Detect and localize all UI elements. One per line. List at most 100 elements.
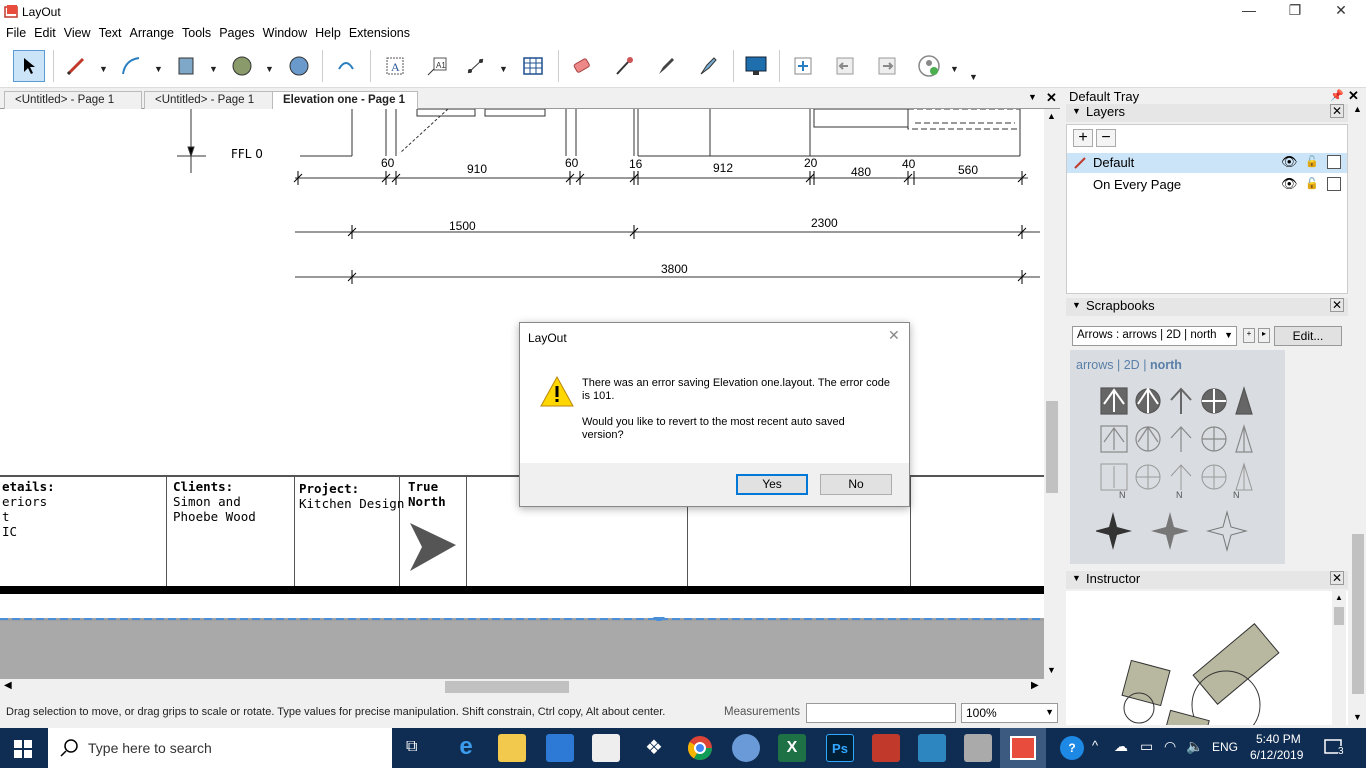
chrome-icon[interactable] — [686, 734, 714, 762]
instructor-scrollbar[interactable]: ▲ — [1332, 591, 1346, 725]
table-tool-icon[interactable] — [517, 50, 549, 82]
scroll-down-icon[interactable]: ▼ — [1047, 665, 1056, 675]
label-tool-icon[interactable]: A1 — [421, 50, 453, 82]
breadcrumb-arrows[interactable]: arrows — [1076, 358, 1114, 372]
tab-elevation-one[interactable]: Elevation one - Page 1 — [272, 91, 418, 109]
help-icon[interactable]: ? — [1060, 736, 1084, 760]
dialog-close-icon[interactable]: ✕ — [888, 327, 900, 344]
pencil-tool-icon[interactable] — [60, 50, 92, 82]
previous-page-icon[interactable] — [829, 50, 861, 82]
eye-icon[interactable]: 👁 — [1281, 176, 1298, 192]
tray-scrollbar[interactable]: ▲ ▼ — [1350, 104, 1366, 726]
scrapbooks-panel-header[interactable]: ▼ Scrapbooks ✕ — [1066, 298, 1348, 316]
close-tab-icon[interactable]: ✕ — [1046, 90, 1057, 106]
menu-extensions[interactable]: Extensions — [345, 24, 414, 42]
vertical-scroll-thumb[interactable] — [1046, 401, 1058, 493]
chevron-down-icon[interactable]: ▼ — [265, 64, 274, 74]
scrapbook-options-icon[interactable]: ▸ — [1258, 328, 1270, 343]
zoom-select[interactable]: 100% ▼ — [961, 703, 1058, 723]
horizontal-scroll-thumb[interactable] — [445, 681, 569, 693]
menu-arrange[interactable]: Arrange — [126, 24, 178, 42]
add-scrapbook-icon[interactable]: + — [1243, 328, 1255, 343]
menu-edit[interactable]: Edit — [30, 24, 60, 42]
style-sampler-icon[interactable] — [608, 50, 640, 82]
shared-layer-icon[interactable] — [1327, 155, 1341, 169]
scroll-down-icon[interactable]: ▼ — [1353, 712, 1362, 722]
next-page-icon[interactable] — [871, 50, 903, 82]
excel-icon[interactable]: X — [778, 734, 806, 762]
scroll-up-icon[interactable]: ▲ — [1353, 104, 1362, 114]
menu-tools[interactable]: Tools — [178, 24, 215, 42]
chevron-down-icon[interactable]: ▼ — [209, 64, 218, 74]
split-tool-icon[interactable] — [692, 50, 724, 82]
remove-layer-button[interactable]: − — [1096, 129, 1116, 147]
instructor-panel-header[interactable]: ▼ Instructor ✕ — [1066, 571, 1348, 589]
close-button[interactable]: ✕ — [1318, 2, 1364, 22]
layout-taskbar-button[interactable] — [1000, 728, 1046, 768]
sketchup-icon[interactable] — [872, 734, 900, 762]
edge-icon[interactable]: e — [452, 734, 480, 762]
onedrive-icon[interactable]: ☁ — [1114, 738, 1128, 755]
vertical-scrollbar[interactable]: ▲ ▼ — [1044, 109, 1060, 679]
arc-tool-icon[interactable] — [115, 50, 147, 82]
scrapbook-select[interactable]: Arrows : arrows | 2D | north ▼ — [1072, 326, 1237, 346]
breadcrumb-2d[interactable]: 2D — [1124, 358, 1140, 372]
chevron-down-icon[interactable]: ▼ — [950, 64, 959, 74]
add-layer-button[interactable]: + — [1073, 129, 1093, 147]
menu-view[interactable]: View — [60, 24, 95, 42]
battery-icon[interactable]: ▭ — [1140, 738, 1153, 755]
offset-tool-icon[interactable] — [330, 50, 362, 82]
menu-file[interactable]: File — [2, 24, 30, 42]
tab-list-chevron-icon[interactable]: ▼ — [1028, 92, 1037, 102]
scroll-right-icon[interactable]: ▶ — [1031, 680, 1039, 691]
lock-icon[interactable]: 🔓 — [1305, 177, 1319, 190]
app-icon[interactable] — [964, 734, 992, 762]
restore-button[interactable]: ❐ — [1272, 2, 1318, 22]
measurements-input[interactable] — [806, 703, 956, 723]
menu-pages[interactable]: Pages — [215, 24, 258, 42]
eye-icon[interactable]: 👁 — [1281, 154, 1298, 170]
show-hidden-icons[interactable]: ^ — [1092, 738, 1098, 753]
windows-start-icon[interactable] — [14, 740, 32, 758]
chevron-down-icon[interactable]: ▼ — [154, 64, 163, 74]
app-icon[interactable] — [918, 734, 946, 762]
close-tray-icon[interactable]: ✕ — [1348, 88, 1359, 104]
menu-text[interactable]: Text — [95, 24, 126, 42]
close-icon[interactable]: ✕ — [1330, 571, 1344, 585]
mail-icon[interactable] — [592, 734, 620, 762]
clock-time[interactable]: 5:40 PM — [1256, 732, 1301, 746]
shared-layer-icon[interactable] — [1327, 177, 1341, 191]
close-icon[interactable]: ✕ — [1330, 298, 1344, 312]
collapse-icon[interactable]: ▼ — [1072, 106, 1081, 116]
text-tool-icon[interactable]: A — [379, 50, 411, 82]
edit-scrapbook-button[interactable]: Edit... — [1274, 326, 1342, 346]
menu-window[interactable]: Window — [259, 24, 311, 42]
layers-panel-header[interactable]: ▼ Layers ✕ — [1066, 104, 1348, 122]
tab-untitled-1[interactable]: <Untitled> - Page 1 — [4, 91, 142, 109]
eraser-tool-icon[interactable] — [566, 50, 598, 82]
layer-row-default[interactable]: Default 👁 🔓 — [1067, 153, 1347, 173]
rectangle-tool-icon[interactable] — [170, 50, 202, 82]
chevron-down-icon[interactable]: ▼ — [99, 64, 108, 74]
tray-scroll-thumb[interactable] — [1352, 534, 1364, 694]
photoshop-icon[interactable]: Ps — [826, 734, 854, 762]
select-tool-icon[interactable] — [13, 50, 45, 82]
menu-help[interactable]: Help — [311, 24, 345, 42]
add-page-icon[interactable] — [787, 50, 819, 82]
dimension-tool-icon[interactable] — [460, 50, 492, 82]
scroll-up-icon[interactable]: ▲ — [1047, 111, 1056, 121]
task-view-icon[interactable]: ⧉ — [406, 738, 417, 756]
pin-icon[interactable]: 📌 — [1330, 89, 1344, 102]
layer-row-on-every-page[interactable]: On Every Page 👁 🔓 — [1067, 175, 1347, 195]
horizontal-scrollbar[interactable]: ◀ ▶ — [0, 679, 1060, 695]
collapse-icon[interactable]: ▼ — [1072, 573, 1081, 583]
scroll-up-icon[interactable]: ▲ — [1335, 593, 1343, 602]
lock-icon[interactable]: 🔓 — [1305, 155, 1319, 168]
close-icon[interactable]: ✕ — [1330, 104, 1344, 118]
account-icon[interactable] — [913, 50, 945, 82]
collapse-icon[interactable]: ▼ — [1072, 300, 1081, 310]
dropbox-icon[interactable]: ❖ — [640, 734, 668, 762]
north-arrow-symbols[interactable] — [1096, 384, 1276, 559]
presentation-icon[interactable] — [740, 50, 772, 82]
clock-date[interactable]: 6/12/2019 — [1250, 748, 1303, 762]
